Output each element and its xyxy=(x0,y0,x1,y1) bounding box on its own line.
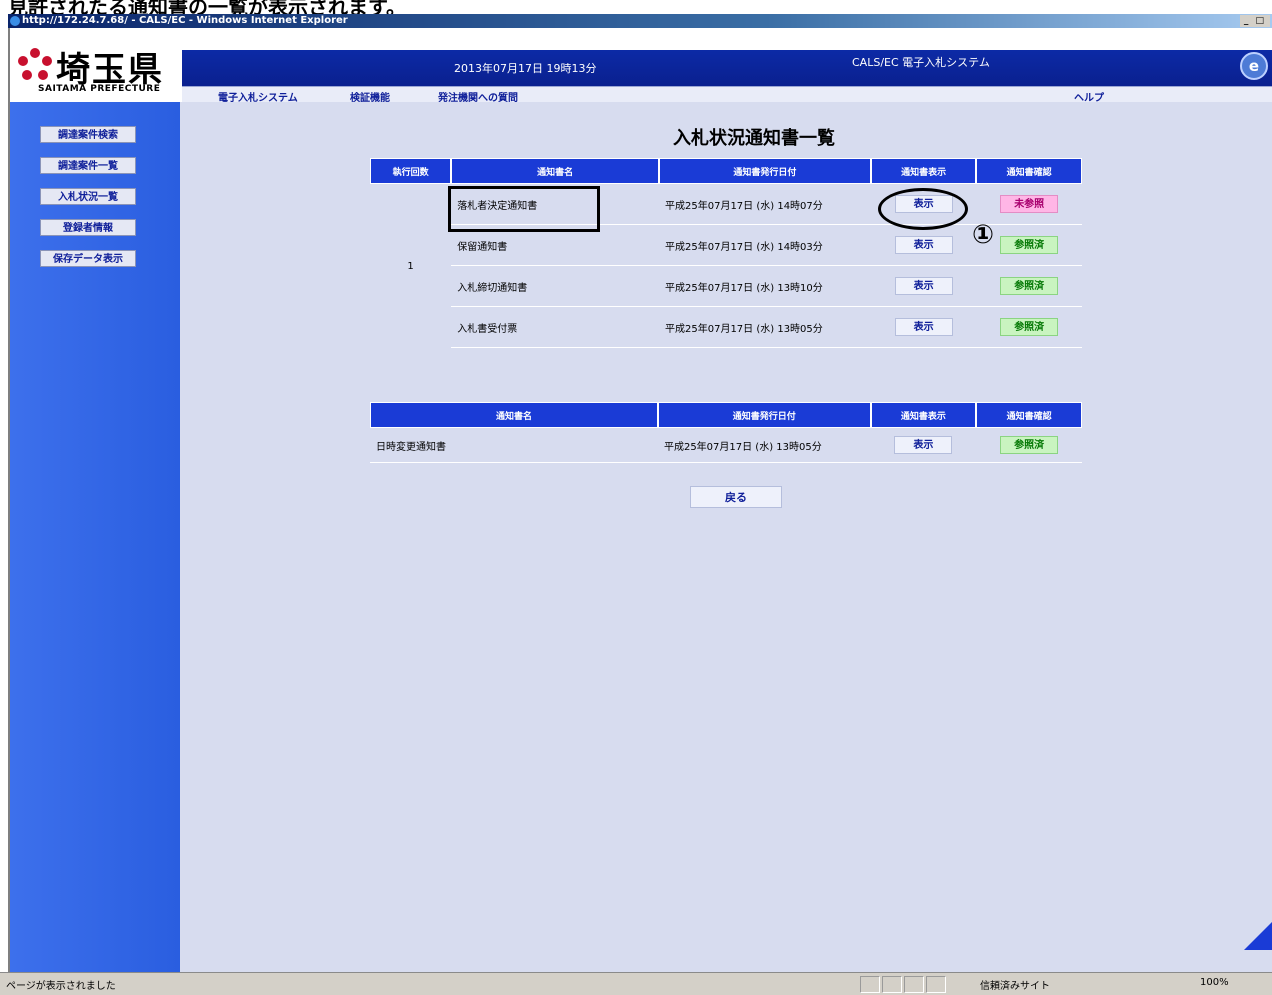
status-segment xyxy=(926,976,946,993)
window-controls[interactable]: _ □ × xyxy=(1240,15,1270,38)
header-notice-name: 通知書名 xyxy=(451,158,659,184)
issue-date: 平成25年07月17日 (水) 13時05分 xyxy=(657,428,871,463)
header-confirm: 通知書確認 xyxy=(976,402,1082,428)
header-confirm: 通知書確認 xyxy=(976,158,1082,184)
current-datetime: 2013年07月17日 19時13分 xyxy=(454,62,597,75)
browser-frame: 埼玉県 SAITAMA PREFECTURE 2013年07月17日 19時13… xyxy=(8,28,1272,972)
table-row: 入札書受付票 平成25年07月17日 (水) 13時05分 表示 参照済 xyxy=(370,307,1082,348)
notice-name: 日時変更通知書 xyxy=(370,428,658,463)
status-badge-unread: 未参照 xyxy=(1000,195,1059,213)
sidebar-item-procurement-list[interactable]: 調達案件一覧 xyxy=(40,157,136,174)
window-titlebar: http://172.24.7.68/ - CALS/EC - Windows … xyxy=(8,14,1272,38)
system-name: CALS/EC 電子入札システム xyxy=(852,56,990,69)
sidebar-item-saved-data[interactable]: 保存データ表示 xyxy=(40,250,136,267)
table-header-row: 通知書名 通知書発行日付 通知書表示 通知書確認 xyxy=(370,402,1082,428)
status-badge-read: 参照済 xyxy=(1000,236,1059,254)
table-row: 入札締切通知書 平成25年07月17日 (水) 13時10分 表示 参照済 xyxy=(370,266,1082,307)
status-segment xyxy=(904,976,924,993)
table-header-row: 執行回数 通知書名 通知書発行日付 通知書表示 通知書確認 xyxy=(370,158,1082,184)
step-number: ① xyxy=(972,220,995,250)
sidebar-item-registrant-info[interactable]: 登録者情報 xyxy=(40,219,136,236)
security-zone: 信頼済みサイト xyxy=(980,981,1050,992)
issue-date: 平成25年07月17日 (水) 13時10分 xyxy=(659,266,871,307)
sidebar-item-bid-status-list[interactable]: 入札状況一覧 xyxy=(40,188,136,205)
main-content: 入札状況通知書一覧 執行回数 通知書名 通知書発行日付 通知書表示 通知書確認 … xyxy=(182,102,1272,972)
header-view: 通知書表示 xyxy=(870,158,977,184)
ie-icon xyxy=(10,16,20,26)
notice-name: 入札締切通知書 xyxy=(451,266,659,307)
notice-name: 入札書受付票 xyxy=(451,307,659,348)
page-title: 入札状況通知書一覧 xyxy=(673,128,835,149)
back-button[interactable]: 戻る xyxy=(690,486,782,508)
sidebar-item-procurement-search[interactable]: 調達案件検索 xyxy=(40,126,136,143)
status-badge-read: 参照済 xyxy=(1000,277,1059,295)
header-issue-date: 通知書発行日付 xyxy=(657,402,871,428)
ie-logo-icon: e xyxy=(1240,52,1268,80)
header-issue-date: 通知書発行日付 xyxy=(659,158,871,184)
view-button[interactable]: 表示 xyxy=(894,277,953,295)
header-view: 通知書表示 xyxy=(870,402,977,428)
view-button[interactable]: 表示 xyxy=(894,236,953,254)
view-button[interactable]: 表示 xyxy=(894,436,953,454)
table-row: 日時変更通知書 平成25年07月17日 (水) 13時05分 表示 参照済 xyxy=(370,428,1082,463)
status-badge-read: 参照済 xyxy=(1000,436,1059,454)
issue-date: 平成25年07月17日 (水) 14時07分 xyxy=(659,184,871,225)
header-round: 執行回数 xyxy=(370,158,452,184)
logo-english: SAITAMA PREFECTURE xyxy=(38,84,161,94)
prefecture-emblem-icon xyxy=(18,48,52,80)
sidebar: 調達案件検索 調達案件一覧 入札状況一覧 登録者情報 保存データ表示 xyxy=(10,102,180,972)
view-button[interactable]: 表示 xyxy=(894,318,953,336)
status-text: ページが表示されました xyxy=(6,981,116,992)
corner-decoration xyxy=(1244,920,1272,950)
zoom-level[interactable]: 100% xyxy=(1200,977,1229,988)
page-header: 埼玉県 SAITAMA PREFECTURE 2013年07月17日 19時13… xyxy=(10,28,1272,104)
status-segment xyxy=(882,976,902,993)
status-segment xyxy=(860,976,880,993)
instruction-caption: 見許されたる通知書の一覧が表示されます。 xyxy=(0,0,1272,14)
issue-date: 平成25年07月17日 (水) 14時03分 xyxy=(659,225,871,266)
saitama-logo: 埼玉県 SAITAMA PREFECTURE xyxy=(16,32,182,102)
round-cell: 1 xyxy=(407,260,414,272)
window-title: http://172.24.7.68/ - CALS/EC - Windows … xyxy=(22,15,348,26)
other-notice-table: 通知書名 通知書発行日付 通知書表示 通知書確認 日時変更通知書 平成25年07… xyxy=(370,402,1082,463)
issue-date: 平成25年07月17日 (水) 13時05分 xyxy=(659,307,871,348)
highlight-oval xyxy=(878,188,968,230)
status-bar: ページが表示されました 信頼済みサイト 100% xyxy=(0,972,1272,995)
system-banner: 2013年07月17日 19時13分 CALS/EC 電子入札システム e xyxy=(182,50,1272,90)
status-badge-read: 参照済 xyxy=(1000,318,1059,336)
highlight-box xyxy=(448,186,600,232)
header-notice-name: 通知書名 xyxy=(370,402,658,428)
